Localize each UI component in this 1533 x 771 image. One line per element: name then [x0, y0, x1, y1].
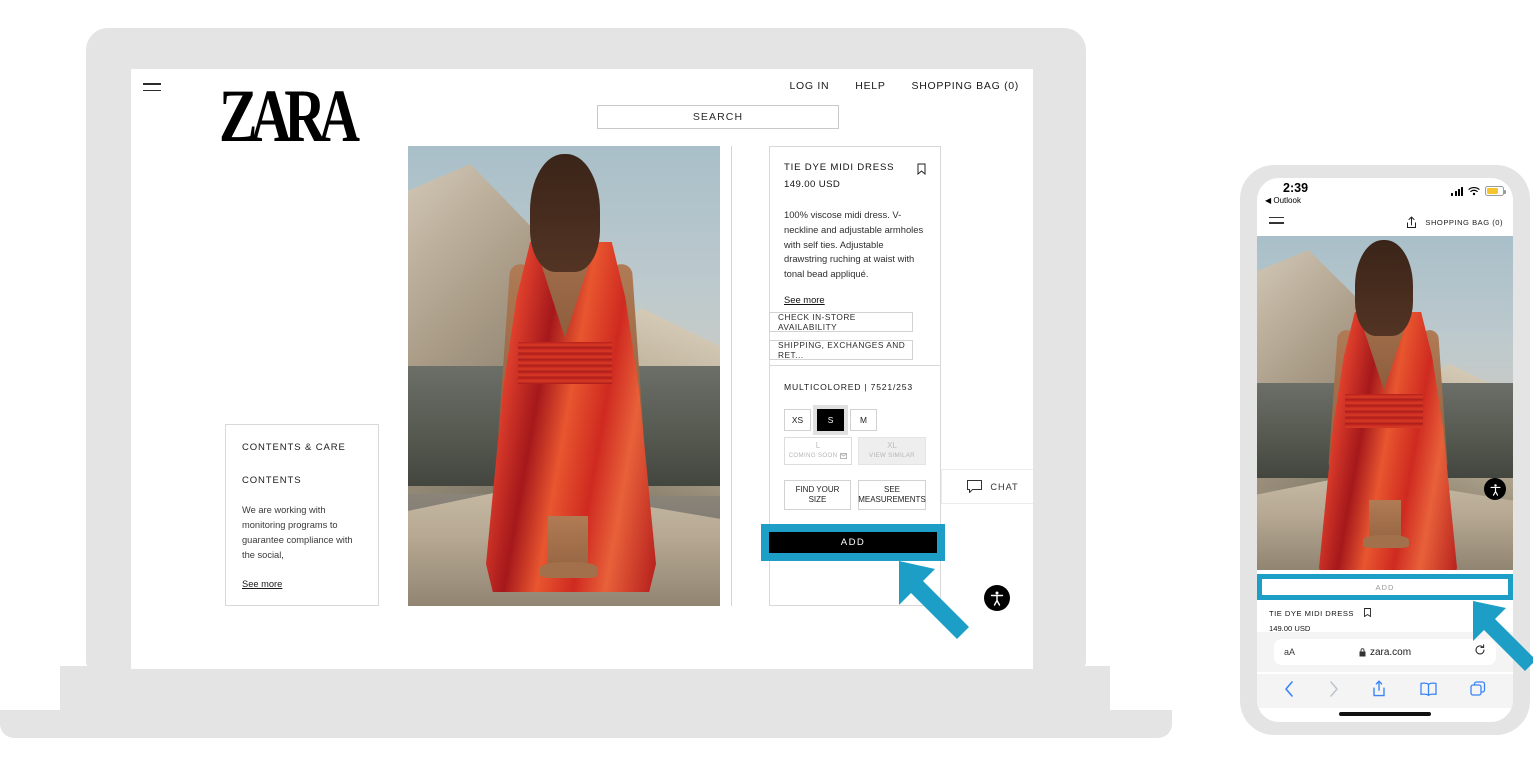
- share-icon[interactable]: [1372, 680, 1386, 702]
- photo-model-hair: [1355, 240, 1413, 336]
- care-card-title: CONTENTS & CARE: [242, 442, 346, 453]
- chat-widget[interactable]: CHAT: [941, 469, 1033, 504]
- safari-toolbar: [1257, 674, 1513, 708]
- size-option-xs[interactable]: XS: [784, 409, 811, 431]
- product-name: TIE DYE MIDI DRESS: [784, 162, 895, 173]
- callout-arrow-laptop: [899, 561, 969, 639]
- size-option-m[interactable]: M: [850, 409, 877, 431]
- cellular-signal-icon: [1451, 186, 1463, 196]
- status-back-app[interactable]: ◀ Outlook: [1265, 196, 1301, 205]
- coming-soon-text: COMING SOON: [788, 452, 838, 459]
- find-size-line1: FIND YOUR: [795, 485, 840, 494]
- column-divider: [731, 146, 732, 606]
- phone-site-navbar: SHOPPING BAG (0): [1257, 210, 1513, 236]
- forward-icon: [1328, 680, 1339, 702]
- text-size-button[interactable]: aA: [1284, 647, 1295, 657]
- login-link[interactable]: LOG IN: [790, 80, 830, 92]
- photo-model-feet: [540, 562, 598, 578]
- product-secondary-buttons: CHECK IN-STORE AVAILABILITY SHIPPING, EX…: [769, 304, 913, 360]
- product-price: 149.00 USD: [784, 179, 841, 190]
- size-row-secondary: L COMING SOON XL VIEW SIMILAR: [784, 437, 926, 465]
- lock-icon: [1359, 647, 1366, 656]
- contents-care-card: CONTENTS & CARE CONTENTS We are working …: [225, 424, 379, 606]
- size-option-s[interactable]: S: [817, 409, 844, 431]
- care-see-more-link[interactable]: See more: [242, 579, 282, 589]
- phone-product-photo[interactable]: [1257, 236, 1513, 570]
- hamburger-menu-icon[interactable]: [143, 83, 161, 96]
- share-icon[interactable]: [1406, 216, 1417, 234]
- phone-add-button[interactable]: ADD: [1262, 579, 1508, 595]
- check-in-store-availability-button[interactable]: CHECK IN-STORE AVAILABILITY: [769, 312, 913, 332]
- shipping-exchanges-returns-button[interactable]: SHIPPING, EXCHANGES AND RET...: [769, 340, 913, 360]
- chat-bubble-icon: [967, 480, 983, 493]
- screenshot-canvas: ZARA LOG IN HELP SHOPPING BAG (0) SEARCH…: [0, 0, 1533, 771]
- callout-arrow-phone: [1473, 601, 1533, 671]
- zara-logo[interactable]: ZARA: [219, 79, 360, 155]
- home-indicator: [1339, 712, 1431, 716]
- size-option-xl-note: VIEW SIMILAR: [869, 452, 915, 459]
- size-option-l[interactable]: L COMING SOON: [784, 437, 852, 465]
- site-header: ZARA LOG IN HELP SHOPPING BAG (0) SEARCH: [131, 69, 1033, 154]
- size-option-xl-label: XL: [887, 441, 897, 450]
- size-helper-buttons: FIND YOUR SIZE SEE MEASUREMENTS: [784, 480, 926, 510]
- back-icon[interactable]: [1284, 680, 1295, 702]
- wifi-icon: [1468, 187, 1480, 196]
- bookmark-icon[interactable]: [917, 162, 926, 180]
- product-description: 100% viscose midi dress. V-neckline and …: [784, 209, 924, 280]
- chat-label: CHAT: [990, 481, 1019, 492]
- envelope-icon: [840, 453, 848, 459]
- laptop-base: [0, 666, 1172, 738]
- hamburger-menu-icon[interactable]: [1269, 217, 1284, 228]
- product-name: TIE DYE MIDI DRESS: [1269, 608, 1371, 619]
- photo-dress-ruching: [1345, 394, 1423, 428]
- size-option-xl[interactable]: XL VIEW SIMILAR: [858, 437, 926, 465]
- add-button[interactable]: ADD: [769, 532, 937, 553]
- search-input[interactable]: SEARCH: [597, 105, 839, 129]
- bookmarks-icon[interactable]: [1420, 682, 1437, 701]
- size-option-l-label: L: [815, 441, 821, 450]
- header-links: LOG IN HELP SHOPPING BAG (0): [790, 80, 1020, 92]
- accessibility-icon[interactable]: [1484, 478, 1506, 500]
- status-indicators: [1451, 186, 1506, 196]
- photo-dress-ruching: [518, 342, 612, 384]
- phone-status-bar: 2:39 ◀ Outlook: [1257, 178, 1513, 210]
- find-size-line2: SIZE: [808, 495, 827, 504]
- care-card-subtitle: CONTENTS: [242, 475, 302, 486]
- size-option-l-note: COMING SOON: [789, 451, 848, 461]
- product-color-reference: MULTICOLORED | 7521/253: [784, 382, 913, 392]
- url-text: zara.com: [1369, 646, 1412, 658]
- see-measure-line1: SEE: [883, 485, 900, 494]
- product-photo[interactable]: [408, 146, 720, 606]
- phone-product-info: TIE DYE MIDI DRESS 149.00 USD: [1269, 608, 1371, 633]
- shopping-bag-link[interactable]: SHOPPING BAG (0): [1425, 218, 1503, 227]
- status-time: 2:39: [1283, 181, 1309, 195]
- shopping-bag-link[interactable]: SHOPPING BAG (0): [912, 80, 1019, 92]
- photo-model-hair: [530, 154, 600, 272]
- photo-model-feet: [1363, 535, 1409, 548]
- tabs-icon[interactable]: [1470, 680, 1486, 702]
- see-measurements-button[interactable]: SEE MEASUREMENTS: [858, 480, 926, 510]
- help-link[interactable]: HELP: [855, 80, 885, 92]
- url-display: zara.com: [1274, 647, 1496, 658]
- care-card-body: We are working with monitoring programs …: [242, 505, 353, 560]
- find-your-size-button[interactable]: FIND YOUR SIZE: [784, 480, 851, 510]
- search-label: SEARCH: [692, 111, 744, 123]
- size-row-primary: XS S M: [784, 409, 926, 431]
- battery-low-power-icon: [1485, 186, 1506, 196]
- accessibility-icon[interactable]: [984, 585, 1010, 611]
- see-measure-line2: MEASUREMENTS: [858, 495, 926, 504]
- url-field[interactable]: aA zara.com: [1274, 639, 1496, 665]
- bookmark-icon[interactable]: [1363, 608, 1371, 619]
